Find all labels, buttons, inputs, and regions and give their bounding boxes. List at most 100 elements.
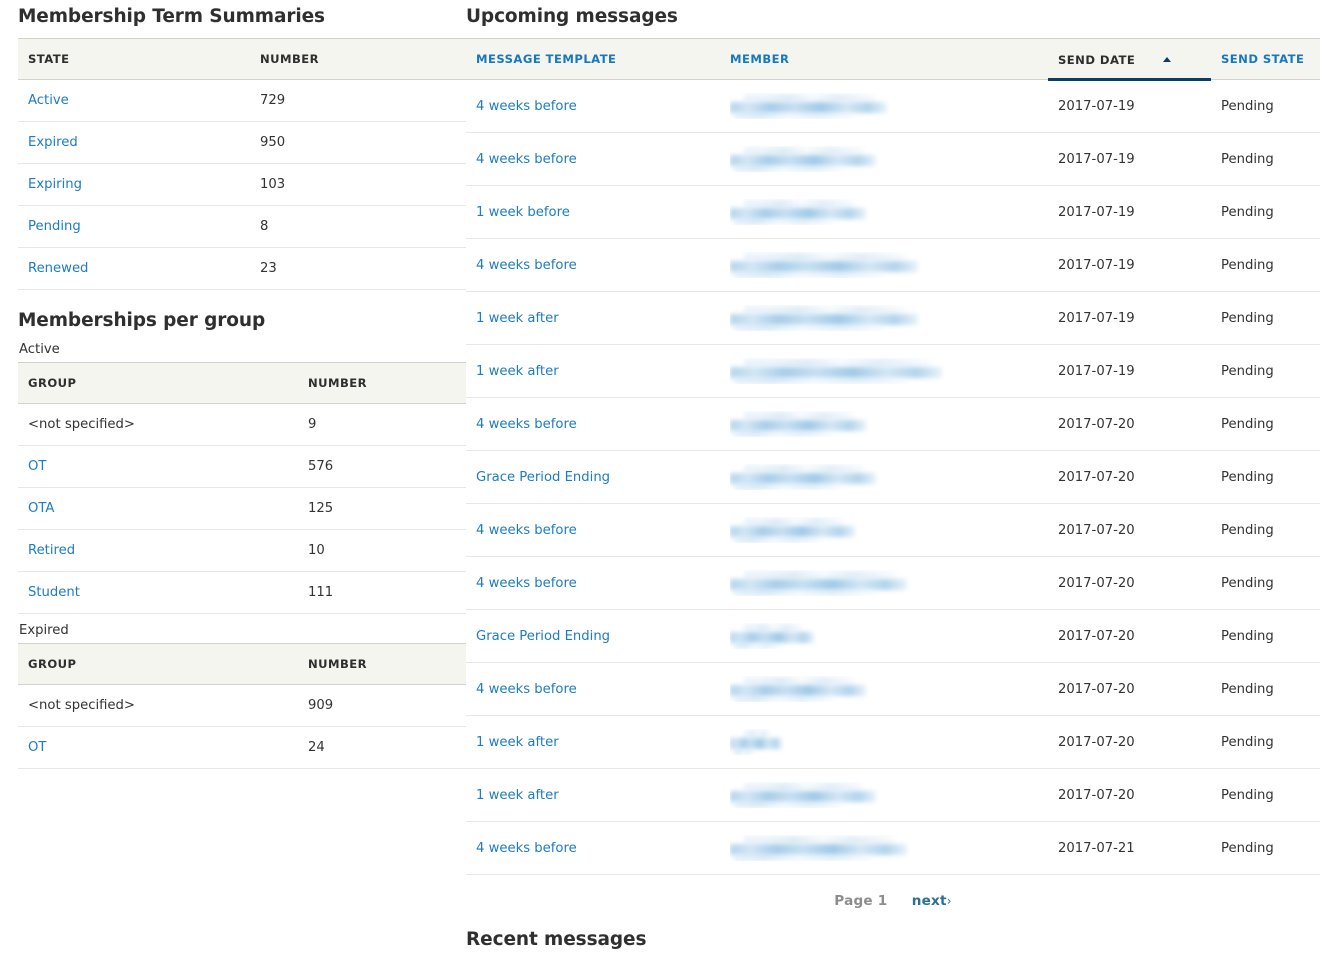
group-link-ot[interactable]: OT	[28, 740, 46, 755]
message-template-link[interactable]: 4 weeks before	[476, 523, 577, 538]
message-template-link[interactable]: 1 week after	[476, 788, 559, 803]
message-template-link[interactable]: Grace Period Ending	[476, 629, 610, 644]
message-template-cell: 1 week after	[466, 768, 720, 822]
redacted-member-name[interactable]	[730, 676, 1038, 702]
message-template-link[interactable]: Grace Period Ending	[476, 470, 610, 485]
member-cell[interactable]	[720, 450, 1048, 504]
message-template-cell: 1 week after	[466, 715, 720, 769]
per-group-expired-body: <not specified> 909 OT 24	[18, 684, 466, 769]
table-row: Expiring 103	[18, 163, 466, 206]
number-cell: 111	[298, 571, 466, 614]
member-cell[interactable]	[720, 768, 1048, 822]
group-cell: OTA	[18, 487, 298, 530]
upcoming-messages-body: 4 weeks before 2017-07-19 Pending 4 weeks b…	[466, 79, 1320, 875]
message-template-link[interactable]: 1 week before	[476, 205, 570, 220]
redacted-member-name[interactable]	[730, 517, 1038, 543]
member-cell[interactable]	[720, 503, 1048, 557]
member-cell[interactable]	[720, 344, 1048, 398]
left-column: Membership Term Summaries STATE NUMBER A…	[0, 0, 466, 769]
message-template-link[interactable]: 4 weeks before	[476, 258, 577, 273]
group-label-not-specified: <not specified>	[28, 698, 135, 713]
message-template-link[interactable]: 1 week after	[476, 364, 559, 379]
member-cell[interactable]	[720, 662, 1048, 716]
message-template-link[interactable]: 4 weeks before	[476, 841, 577, 856]
group-link-ota[interactable]: OTA	[28, 501, 54, 516]
column-header-group: GROUP	[18, 643, 298, 685]
member-cell[interactable]	[720, 185, 1048, 239]
redacted-member-name[interactable]	[730, 358, 1038, 384]
redacted-member-name[interactable]	[730, 305, 1038, 331]
table-row: 1 week before 2017-07-19 Pending	[466, 185, 1320, 239]
redacted-member-name[interactable]	[730, 199, 1038, 225]
number-cell: 576	[298, 445, 466, 488]
table-row: <not specified> 909	[18, 684, 466, 727]
group-link-ot[interactable]: OT	[28, 459, 46, 474]
send-date-cell: 2017-07-19	[1048, 238, 1211, 292]
group-link-retired[interactable]: Retired	[28, 543, 75, 558]
state-link-expired[interactable]: Expired	[28, 135, 78, 150]
send-state-cell: Pending	[1211, 450, 1320, 504]
send-state-cell: Pending	[1211, 238, 1320, 292]
redacted-member-name[interactable]	[730, 411, 1038, 437]
send-state-cell: Pending	[1211, 79, 1320, 133]
table-row: OTA 125	[18, 487, 466, 530]
state-link-pending[interactable]: Pending	[28, 219, 81, 234]
state-link-renewed[interactable]: Renewed	[28, 261, 88, 276]
message-template-link[interactable]: 4 weeks before	[476, 152, 577, 167]
redaction-bar	[744, 94, 875, 102]
redacted-member-name[interactable]	[730, 464, 1038, 490]
redacted-member-name[interactable]	[730, 729, 1038, 755]
state-cell: Expired	[18, 121, 250, 164]
table-row: 4 weeks before 2017-07-20 Pending	[466, 397, 1320, 451]
redacted-member-name[interactable]	[730, 782, 1038, 808]
message-template-link[interactable]: 1 week after	[476, 735, 559, 750]
redacted-member-name[interactable]	[730, 570, 1038, 596]
send-state-cell: Pending	[1211, 821, 1320, 875]
column-header-member[interactable]: MEMBER	[720, 38, 1048, 80]
page-title-memberships-per-group: Memberships per group	[18, 310, 266, 331]
number-cell: 9	[298, 403, 466, 446]
redaction-bar	[734, 430, 832, 437]
member-cell[interactable]	[720, 556, 1048, 610]
message-template-link[interactable]: 4 weeks before	[476, 576, 577, 591]
member-cell[interactable]	[720, 397, 1048, 451]
table-row: 4 weeks before 2017-07-19 Pending	[466, 132, 1320, 186]
message-template-link[interactable]: 1 week after	[476, 311, 559, 326]
send-date-cell: 2017-07-20	[1048, 397, 1211, 451]
column-header-send-state[interactable]: SEND STATE	[1211, 38, 1320, 80]
table-row: Grace Period Ending 2017-07-20 Pending	[466, 450, 1320, 504]
memberships-per-group-active-table: GROUP NUMBER <not specified> 9 OT 576 OT…	[18, 362, 466, 614]
redacted-member-name[interactable]	[730, 93, 1038, 119]
redaction-bar	[744, 624, 802, 632]
column-header-send-date[interactable]: SEND DATE	[1048, 38, 1211, 81]
number-cell: 909	[298, 684, 466, 727]
redaction-bar	[734, 377, 908, 384]
member-cell[interactable]	[720, 238, 1048, 292]
redacted-member-name[interactable]	[730, 835, 1038, 861]
state-link-active[interactable]: Active	[28, 93, 69, 108]
member-cell[interactable]	[720, 79, 1048, 133]
send-date-cell: 2017-07-21	[1048, 821, 1211, 875]
member-cell[interactable]	[720, 821, 1048, 875]
redaction-bar	[734, 536, 821, 543]
redaction-bar	[744, 730, 770, 738]
redacted-member-name[interactable]	[730, 252, 1038, 278]
member-cell[interactable]	[720, 132, 1048, 186]
state-link-expiring[interactable]: Expiring	[28, 177, 82, 192]
pagination-next-link[interactable]: next›	[912, 893, 952, 909]
member-cell[interactable]	[720, 609, 1048, 663]
message-template-link[interactable]: 4 weeks before	[476, 417, 577, 432]
redacted-member-name[interactable]	[730, 623, 1038, 649]
message-template-link[interactable]: 4 weeks before	[476, 99, 577, 114]
member-cell[interactable]	[720, 715, 1048, 769]
redaction-bar	[734, 801, 842, 808]
column-header-number: NUMBER	[298, 362, 466, 404]
group-cell: Student	[18, 571, 298, 614]
member-cell[interactable]	[720, 291, 1048, 345]
redacted-member-name[interactable]	[730, 146, 1038, 172]
pagination: Page 1 next›	[466, 875, 1320, 921]
group-link-student[interactable]: Student	[28, 585, 80, 600]
message-template-link[interactable]: 4 weeks before	[476, 682, 577, 697]
column-header-message-template[interactable]: MESSAGE TEMPLATE	[466, 38, 720, 80]
table-row: 4 weeks before 2017-07-20 Pending	[466, 503, 1320, 557]
